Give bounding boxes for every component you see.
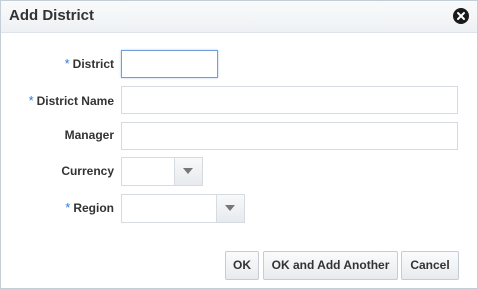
district-input[interactable] — [121, 50, 218, 78]
chevron-down-icon — [183, 168, 193, 174]
required-marker: * — [65, 200, 71, 215]
district-name-input[interactable] — [121, 86, 458, 114]
currency-dropdown-button[interactable] — [174, 158, 202, 185]
region-select[interactable] — [121, 194, 245, 223]
dialog-title: Add District — [9, 7, 95, 24]
cancel-button[interactable]: Cancel — [401, 251, 459, 280]
manager-label: Manager — [64, 128, 114, 142]
chevron-down-icon — [225, 205, 235, 211]
currency-select[interactable] — [121, 157, 203, 186]
close-icon[interactable] — [453, 8, 469, 24]
add-district-dialog: Add District * District * District Name Ma… — [0, 0, 478, 289]
manager-input[interactable] — [121, 122, 458, 150]
region-label: * Region — [65, 200, 114, 215]
required-marker: * — [64, 56, 70, 71]
ok-and-add-another-button[interactable]: OK and Add Another — [263, 251, 398, 280]
dialog-header: Add District — [1, 1, 477, 33]
required-marker: * — [28, 93, 34, 108]
region-dropdown-button[interactable] — [216, 195, 244, 222]
currency-label: Currency — [61, 164, 114, 178]
district-name-label: * District Name — [28, 93, 114, 108]
district-label: * District — [64, 56, 114, 71]
ok-button[interactable]: OK — [225, 251, 259, 280]
